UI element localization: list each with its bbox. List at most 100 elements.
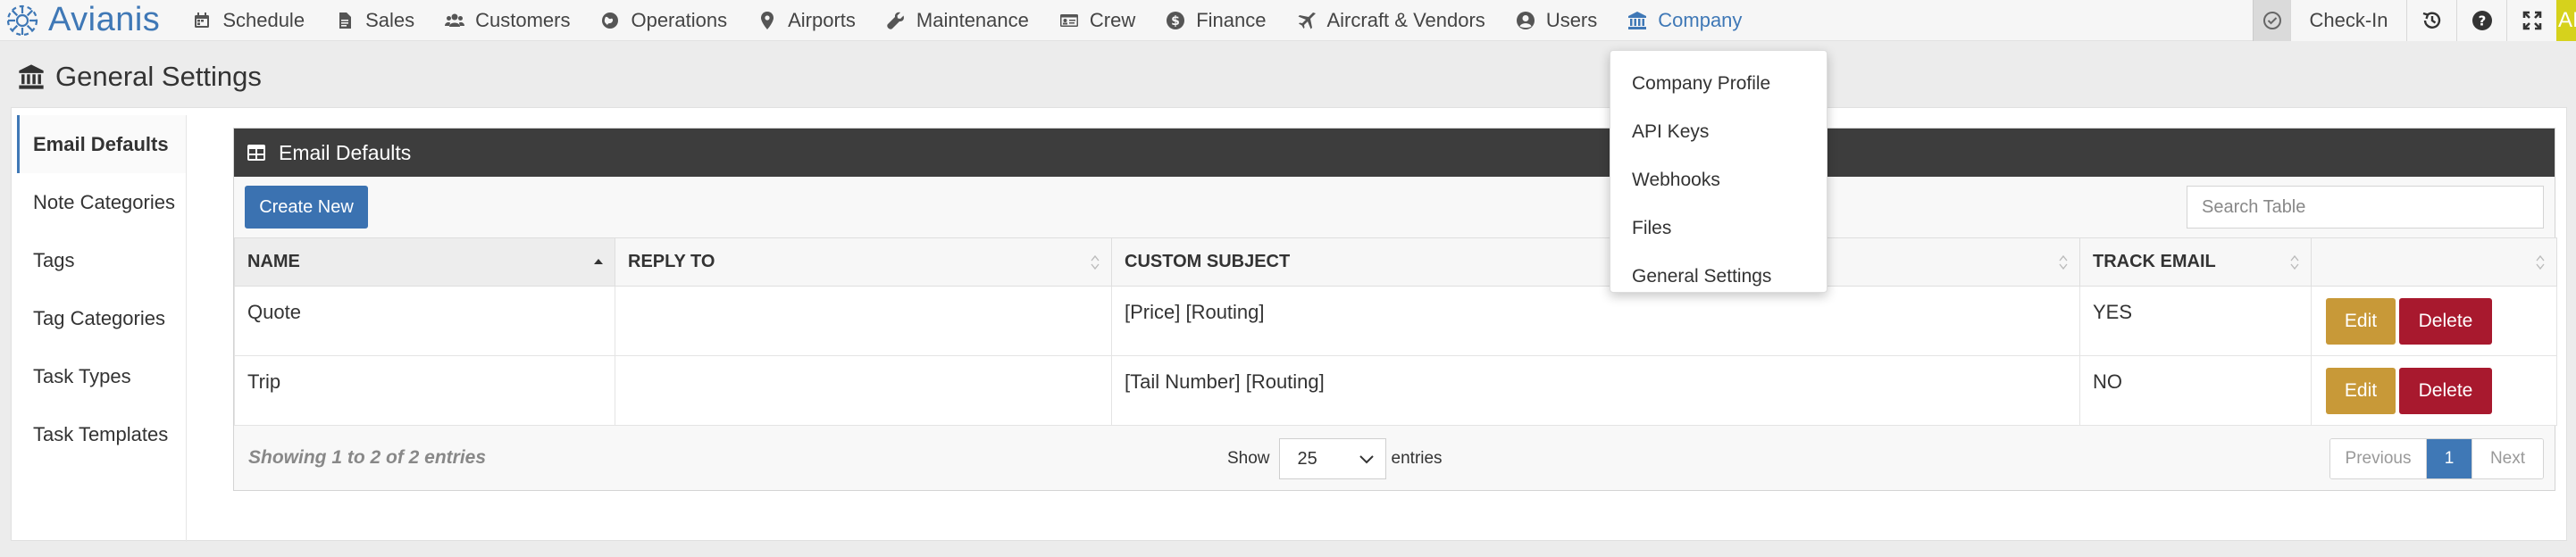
table-row: Quote [Price] [Routing] YES Edit Delete: [234, 286, 2557, 356]
nav-label: Company: [1658, 8, 1743, 31]
avianis-logo-icon: [6, 4, 38, 36]
page-header: General Settings: [0, 54, 262, 100]
nav-customers[interactable]: Customers: [431, 0, 586, 41]
sidebar-item-email-defaults[interactable]: Email Defaults: [17, 115, 186, 173]
nav-label: Maintenance: [916, 8, 1029, 31]
sidebar-item-task-templates[interactable]: Task Templates: [17, 405, 186, 463]
settings-sidebar: Email Defaults Note Categories Tags Tag …: [17, 115, 187, 542]
table-icon: [247, 145, 265, 161]
cell-reply-to: [615, 355, 1112, 426]
page-size-select[interactable]: 25: [1278, 438, 1386, 479]
sidebar-item-task-types[interactable]: Task Types: [17, 347, 186, 405]
menu-item-webhooks[interactable]: Webhooks: [1610, 156, 1827, 204]
help-icon: ?: [2471, 11, 2492, 30]
table-toolbar: Create New: [234, 177, 2555, 237]
wrench-icon: [886, 11, 906, 30]
sort-icon: [2059, 254, 2068, 270]
history-icon: [2422, 12, 2440, 29]
table-footer: Showing 1 to 2 of 2 entries Show 25 entr…: [234, 426, 2555, 490]
card-header: Email Defaults: [234, 129, 2555, 177]
show-label: Show: [1227, 449, 1270, 468]
menu-item-files[interactable]: Files: [1610, 204, 1827, 253]
nav-operations[interactable]: Operations: [586, 0, 743, 41]
cell-actions: Edit Delete: [2311, 286, 2557, 356]
nav-label: Users: [1545, 8, 1598, 31]
edit-button[interactable]: Edit: [2326, 297, 2396, 345]
check-circle-icon[interactable]: [2253, 0, 2290, 41]
entries-label: entries: [1391, 449, 1443, 468]
nav-maintenance[interactable]: Maintenance: [872, 0, 1045, 41]
brand-name: Avianis: [48, 1, 161, 38]
cell-name: Quote: [234, 286, 615, 356]
page-length: Show 25 entries: [1227, 438, 1443, 479]
nav-airports[interactable]: Airports: [743, 0, 872, 41]
email-defaults-card: Email Defaults Create New NAME REPLY TO: [233, 128, 2557, 491]
table-header-row: NAME REPLY TO CUSTOM SUBJECT TRACK EMAIL: [234, 237, 2557, 287]
sidebar-item-tags[interactable]: Tags: [17, 231, 186, 289]
nav-sales[interactable]: Sales: [321, 0, 431, 41]
nav-label: Operations: [631, 8, 728, 31]
column-header-name[interactable]: NAME: [234, 237, 615, 287]
create-new-button[interactable]: Create New: [245, 186, 368, 229]
file-icon: [335, 11, 355, 30]
users-icon: [445, 11, 465, 30]
nav-label: Crew: [1089, 8, 1136, 31]
checkin-button[interactable]: Check-In: [2290, 0, 2406, 41]
dollar-icon: $: [1166, 11, 1185, 30]
prev-page-button[interactable]: Previous: [2330, 439, 2427, 478]
nav-aircraft-vendors[interactable]: Aircraft & Vendors: [1283, 0, 1501, 41]
menu-item-general-settings[interactable]: General Settings: [1610, 253, 1827, 301]
nav-users[interactable]: Users: [1501, 0, 1613, 41]
sort-icon: [1091, 254, 1100, 270]
cell-track-email: YES: [2079, 286, 2312, 356]
column-header-track-email[interactable]: TRACK EMAIL: [2079, 237, 2312, 287]
main-panel: Email Defaults Note Categories Tags Tag …: [11, 107, 2567, 542]
nav-label: Aircraft & Vendors: [1326, 8, 1485, 31]
plane-icon: [1297, 11, 1317, 30]
column-header-actions[interactable]: [2311, 237, 2557, 287]
delete-button[interactable]: Delete: [2399, 367, 2492, 414]
column-header-reply-to[interactable]: REPLY TO: [615, 237, 1112, 287]
page-title: General Settings: [55, 61, 262, 92]
cell-actions: Edit Delete: [2311, 355, 2557, 426]
sort-icon: [2536, 254, 2545, 270]
page-1-button[interactable]: 1: [2427, 439, 2471, 478]
delete-button[interactable]: Delete: [2399, 297, 2492, 345]
nav-label: Finance: [1196, 8, 1267, 31]
next-page-button[interactable]: Next: [2471, 439, 2543, 478]
nav-schedule[interactable]: Schedule: [178, 0, 321, 41]
top-navbar: Avianis Schedule Sales Customers Operati…: [0, 0, 2576, 41]
menu-item-company-profile[interactable]: Company Profile: [1610, 60, 1827, 108]
sort-asc-icon: [594, 259, 603, 264]
menu-item-api-keys[interactable]: API Keys: [1610, 108, 1827, 156]
nav-crew[interactable]: Crew: [1045, 0, 1151, 41]
search-input[interactable]: [2187, 186, 2544, 229]
sidebar-item-tag-categories[interactable]: Tag Categories: [17, 289, 186, 347]
main-nav: Schedule Sales Customers Operations Airp…: [178, 0, 1758, 41]
map-pin-icon: [757, 11, 777, 30]
fullscreen-button[interactable]: [2506, 0, 2556, 41]
brand[interactable]: Avianis: [0, 0, 160, 41]
chevron-down-icon: [1359, 455, 1374, 464]
history-button[interactable]: [2406, 0, 2456, 41]
bank-icon: [1627, 11, 1647, 30]
cell-custom-subject: [Tail Number] [Routing]: [1111, 355, 2080, 426]
user-circle-icon: [1516, 11, 1535, 30]
table-info: Showing 1 to 2 of 2 entries: [248, 447, 487, 468]
nav-finance[interactable]: $ Finance: [1151, 0, 1282, 41]
card-title: Email Defaults: [279, 140, 412, 164]
calendar-icon: [192, 11, 212, 30]
avatar[interactable]: AI: [2556, 0, 2576, 41]
nav-company[interactable]: Company: [1613, 0, 1758, 41]
nav-label: Sales: [365, 8, 415, 31]
sort-icon: [2290, 254, 2299, 270]
cell-name: Trip: [234, 355, 615, 426]
svg-text:$: $: [1171, 14, 1180, 29]
id-card-icon: [1059, 11, 1079, 30]
pagination: Previous 1 Next: [2329, 438, 2544, 479]
edit-button[interactable]: Edit: [2326, 367, 2396, 414]
svg-text:?: ?: [2478, 13, 2486, 29]
column-header-custom-subject[interactable]: CUSTOM SUBJECT: [1111, 237, 2080, 287]
help-button[interactable]: ?: [2456, 0, 2506, 41]
sidebar-item-note-categories[interactable]: Note Categories: [17, 173, 186, 231]
